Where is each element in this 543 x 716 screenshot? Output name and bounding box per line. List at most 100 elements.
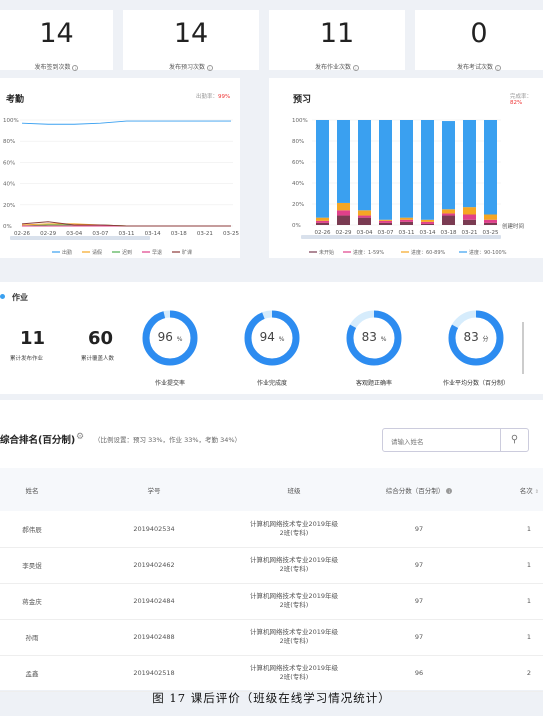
stat-card-preview: 14 发布预习次数 i: [123, 10, 259, 71]
preview-chart-card: 预习 完成率：82% 0% 20% 40% 60% 80% 100% 02-26 02-29 0…: [269, 78, 543, 258]
table-row[interactable]: 郝伟辰 2019402534 计算机网络技术专业2019年级2班(专科) 97 1: [0, 511, 543, 548]
y-tick-label: 40%: [292, 181, 304, 187]
preview-bar-chart: 0%20%40%60%80%100%02-26 02-29 03-04 03-07 03…: [292, 118, 524, 256]
stacked-bar-segment: [400, 120, 413, 218]
stacked-bar-segment: [442, 215, 455, 225]
stacked-bar-segment: [421, 219, 434, 222]
stacked-bar-segment: [484, 120, 497, 215]
cell-score: 97: [344, 511, 494, 548]
stacked-bar-segment: [316, 222, 329, 225]
stacked-bar-segment: [442, 121, 455, 210]
col-score: 综合分数（百分制） i: [344, 468, 494, 511]
stacked-bar-segment: [484, 214, 497, 220]
col-rank[interactable]: 名次 ⇕: [494, 468, 543, 511]
cell-id: 2019402484: [64, 583, 244, 620]
info-icon[interactable]: i: [72, 64, 79, 71]
stacked-bar-segment: [421, 223, 434, 225]
stat-value: 0: [470, 18, 488, 49]
stacked-bar-segment: [463, 219, 476, 225]
attendance-title: 考勤: [6, 95, 25, 105]
stat-label: 发布考试次数 i: [415, 62, 543, 71]
legend-label: 出勤: [62, 249, 72, 256]
legend-label: 迟到: [122, 249, 132, 256]
table-row[interactable]: 孙雨 2019402488 计算机网络技术专业2019年级2班(专科) 97 1: [0, 619, 543, 656]
search-input[interactable]: [391, 432, 503, 453]
stat-label: 发布签到次数 i: [0, 62, 113, 71]
info-icon[interactable]: i: [494, 64, 501, 71]
cell-class: 计算机网络技术专业2019年级2班(专科): [244, 511, 344, 548]
cell-name: 孙雨: [0, 619, 64, 656]
attendance-chart-card: 考勤 出勤率：99% 0% 20% 40% 60% 80% 100% 02-26 02-29 0…: [0, 78, 240, 258]
stat-value: 11: [319, 18, 355, 49]
cell-score: 96: [344, 655, 494, 692]
cell-rank: 1: [494, 511, 543, 548]
cell-name: 孟鑫: [0, 655, 64, 692]
y-tick-label: 20%: [3, 203, 15, 209]
info-icon[interactable]: i: [446, 487, 453, 494]
legend-label: 进度：90-100%: [469, 249, 507, 256]
y-tick-label: 0%: [292, 223, 301, 229]
cell-class: 计算机网络技术专业2019年级2班(专科): [244, 655, 344, 692]
search-icon[interactable]: ⚲: [500, 429, 528, 451]
stacked-bar-segment: [442, 209, 455, 214]
ring-label-avgscore: 作业平均分数（百分制）: [442, 380, 509, 387]
cell-score: 97: [344, 619, 494, 656]
stacked-bar-segment: [379, 220, 392, 223]
cell-name: 郝伟辰: [0, 511, 64, 548]
cell-id: 2019402462: [64, 547, 244, 584]
ring-value-completion: 94 %: [259, 330, 285, 344]
cell-rank: 1: [494, 583, 543, 620]
stacked-bar-segment: [379, 120, 392, 220]
info-icon[interactable]: i: [352, 64, 359, 71]
cell-class: 计算机网络技术专业2019年级2班(专科): [244, 547, 344, 584]
attendance-line-chart: 0%20%40%60%80%100%02-26 02-29 03-04 03-07 03…: [3, 118, 239, 256]
stat-label: 发布预习次数 i: [123, 62, 259, 71]
table-header-row: 姓名 学号 班级 综合分数（百分制） i 名次 ⇕: [0, 468, 543, 511]
stacked-bar-segment: [379, 222, 392, 225]
stacked-bar-segment: [463, 207, 476, 215]
gear-icon[interactable]: ⚙: [76, 432, 84, 442]
attendance-rate: 出勤率：99%: [196, 94, 231, 100]
y-tick-label: 60%: [3, 160, 15, 166]
stats-row: 14 发布签到次数 i 14 发布预习次数 i 11 发布作业次数 i 0 发布…: [0, 0, 543, 72]
y-tick-label: 80%: [3, 139, 15, 145]
stacked-bar-segment: [421, 221, 434, 224]
stacked-bar-segment: [400, 221, 413, 225]
stacked-bar-segment: [484, 219, 497, 223]
ranking-table: 姓名 学号 班级 综合分数（百分制） i 名次 ⇕ 郝伟辰 2019402534 计…: [0, 468, 543, 692]
y-tick-label: 80%: [292, 139, 304, 145]
stacked-bar-segment: [442, 213, 455, 216]
stat-label: 发布作业次数 i: [269, 62, 405, 71]
stacked-bar-segment: [421, 120, 434, 220]
corner-label: 创建时间: [502, 222, 524, 230]
table-row[interactable]: 蒋金庆 2019402484 计算机网络技术专业2019年级2班(专科) 97 1: [0, 583, 543, 620]
stacked-bar-segment: [316, 120, 329, 218]
stacked-bar-segment: [337, 210, 350, 216]
table-row[interactable]: 孟鑫 2019402518 计算机网络技术专业2019年级2班(专科) 96 2: [0, 655, 543, 692]
scrollbar[interactable]: [522, 322, 524, 374]
ranking-title: 综合排名(百分制): [0, 435, 76, 446]
ranking-section: 综合排名(百分制) ⚙ （比例设置：预习 33%，作业 33%，考勤 34%） …: [0, 400, 543, 692]
cell-name: 蒋金庆: [0, 583, 64, 620]
cell-rank: 1: [494, 619, 543, 656]
table-row[interactable]: 李昊煜 2019402462 计算机网络技术专业2019年级2班(专科) 97 1: [0, 547, 543, 584]
info-icon[interactable]: i: [206, 64, 213, 71]
ring-label-submit: 作业提交率: [154, 380, 185, 387]
stacked-bar-segment: [400, 217, 413, 220]
stacked-bar-segment: [337, 202, 350, 211]
cell-name: 李昊煜: [0, 547, 64, 584]
y-tick-label: 0%: [3, 224, 12, 230]
stat-card-exam: 0 发布考试次数 i: [415, 10, 543, 71]
search-box: ⚲: [382, 428, 529, 453]
cell-class: 计算机网络技术专业2019年级2班(专科): [244, 583, 344, 620]
stacked-bar-segment: [463, 120, 476, 208]
stacked-bar-segment: [358, 210, 371, 216]
sort-icon[interactable]: ⇕: [535, 489, 539, 495]
stacked-bar-segment: [358, 120, 371, 211]
legend-label: 旷课: [182, 249, 192, 256]
cell-class: 计算机网络技术专业2019年级2班(专科): [244, 619, 344, 656]
stacked-bar-segment: [358, 217, 371, 225]
x-tick-label: 03-25: [223, 231, 239, 237]
ring-value-submit: 96 %: [157, 330, 183, 344]
y-tick-label: 60%: [292, 160, 304, 166]
